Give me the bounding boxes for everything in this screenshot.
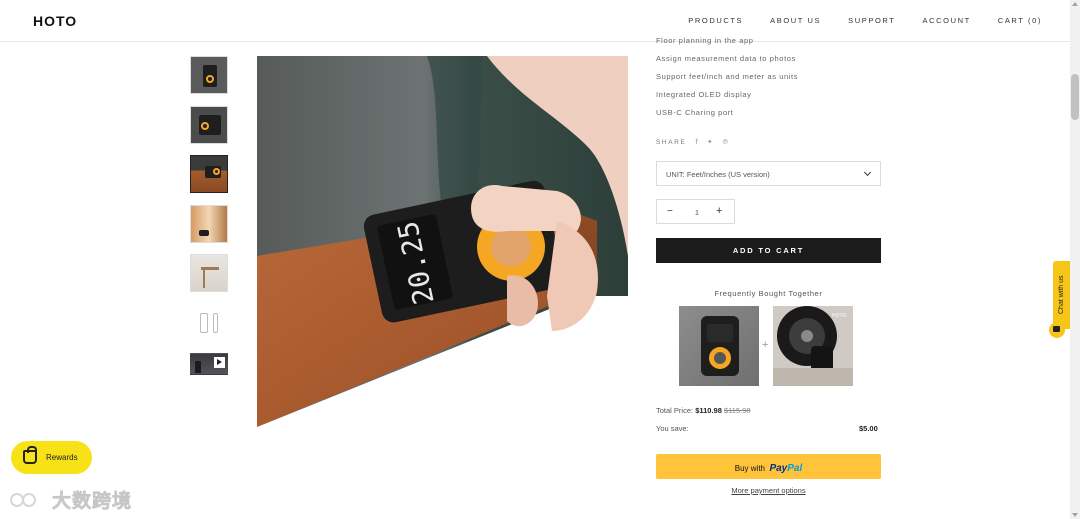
quantity-decrease-button[interactable]: − — [667, 206, 673, 217]
nav-account[interactable]: ACCOUNT — [923, 16, 971, 25]
main-nav: PRODUCTS ABOUT US SUPPORT ACCOUNT CART (… — [688, 16, 1042, 25]
chat-bubble-icon — [1053, 326, 1060, 332]
scroll-down-arrow-icon[interactable] — [1072, 513, 1078, 517]
brand-logo[interactable]: HOTO — [33, 13, 77, 29]
feature-item: USB-C Charing port — [656, 108, 734, 117]
main-product-image[interactable]: 20.25 — [257, 56, 628, 427]
product-thumbnail-3-selected[interactable] — [190, 155, 228, 193]
feature-item: Assign measurement data to photos — [656, 54, 796, 63]
paypal-logo: PayPal — [769, 463, 802, 474]
savings-value: $5.00 — [859, 424, 878, 433]
product-thumbnail-2[interactable] — [190, 106, 228, 144]
quantity-increase-button[interactable]: + — [716, 205, 722, 217]
product-photo-illustration: 20.25 — [257, 56, 628, 427]
chat-widget-label[interactable]: Chat with us — [1053, 261, 1070, 329]
facebook-icon[interactable]: f — [695, 138, 697, 146]
twitter-icon[interactable]: ✦ — [707, 138, 713, 146]
total-price-row: Total Price: $110.98 $115.98 — [656, 406, 751, 415]
bundle-product-measure-illustration — [701, 316, 739, 376]
page-scrollbar[interactable] — [1070, 0, 1080, 519]
quantity-stepper: − 1 + — [656, 199, 735, 224]
total-price-value: $110.98 — [695, 406, 722, 415]
thumb-ring-shape — [201, 122, 209, 130]
total-price-label: Total Price: — [656, 406, 694, 415]
watermark-text: 大数跨境 — [52, 490, 133, 513]
thumb-device-side — [213, 313, 218, 333]
thumb-device-shape — [195, 361, 201, 373]
bundle-plus-sign: + — [762, 339, 769, 351]
thumb-ring-shape — [206, 75, 214, 83]
unit-variant-value: UNIT: Feet/Inches (US version) — [666, 170, 770, 179]
nav-support[interactable]: SUPPORT — [848, 16, 895, 25]
feature-item: Floor planning in the app — [656, 36, 754, 45]
play-icon — [214, 357, 225, 368]
product-thumbnail-1[interactable] — [190, 56, 228, 94]
product-thumbnail-6[interactable] — [190, 304, 228, 342]
feature-item: Integrated OLED display — [656, 90, 752, 99]
paypal-prefix-text: Buy with — [734, 464, 765, 473]
site-header: HOTO PRODUCTS ABOUT US SUPPORT ACCOUNT C… — [0, 0, 1070, 42]
chat-widget-button[interactable] — [1049, 322, 1065, 338]
rewards-label: Rewards — [46, 453, 78, 462]
more-payment-options-link[interactable]: More payment options — [656, 486, 881, 495]
unit-variant-select[interactable]: UNIT: Feet/Inches (US version) — [656, 161, 881, 186]
bundle-product-measure-image[interactable] — [679, 306, 759, 386]
bundle-product-pump-image[interactable]: HOTO — [773, 306, 853, 386]
scroll-up-arrow-icon[interactable] — [1072, 2, 1078, 6]
product-thumbnail-5[interactable] — [190, 254, 228, 292]
chevron-down-icon — [863, 168, 872, 177]
product-thumbnail-4[interactable] — [190, 205, 228, 243]
scrollbar-thumb[interactable] — [1071, 74, 1079, 120]
bundle-product-brand: HOTO — [832, 313, 846, 319]
frequently-bought-title: Frequently Bought Together — [714, 289, 823, 298]
paypal-buy-button[interactable]: Buy with PayPal — [656, 454, 881, 479]
thumb-device-front — [200, 313, 208, 333]
thumb-device-shape — [199, 230, 209, 236]
paypal-logo-pay: Pay — [769, 463, 788, 474]
share-label: SHARE — [656, 138, 687, 146]
thumb-table-leg — [203, 270, 205, 288]
feature-list: Floor planning in the app Assign measure… — [656, 36, 886, 126]
add-to-cart-button[interactable]: ADD TO CART — [656, 238, 881, 263]
bundle-product-pump-illustration: HOTO — [773, 306, 853, 386]
total-price-original: $115.98 — [724, 406, 751, 415]
product-video-thumbnail[interactable] — [190, 353, 228, 375]
watermark: 大数跨境 — [10, 486, 132, 513]
rewards-launcher-button[interactable]: Rewards — [11, 441, 92, 474]
watermark-logo-icon — [10, 489, 46, 511]
feature-item: Support feet/inch and meter as units — [656, 72, 799, 81]
shopping-bag-icon — [23, 446, 37, 464]
pinterest-icon[interactable]: ℗ — [722, 138, 729, 146]
share-row: SHARE f ✦ ℗ — [656, 138, 729, 146]
nav-cart[interactable]: CART (0) — [998, 16, 1042, 25]
paypal-logo-pal: Pal — [787, 463, 803, 474]
savings-label: You save: — [656, 424, 689, 433]
watermark-ring — [22, 492, 36, 507]
thumb-ring-shape — [213, 168, 220, 175]
nav-products[interactable]: PRODUCTS — [688, 16, 743, 25]
quantity-value[interactable]: 1 — [693, 208, 701, 217]
nav-about-us[interactable]: ABOUT US — [770, 16, 821, 25]
